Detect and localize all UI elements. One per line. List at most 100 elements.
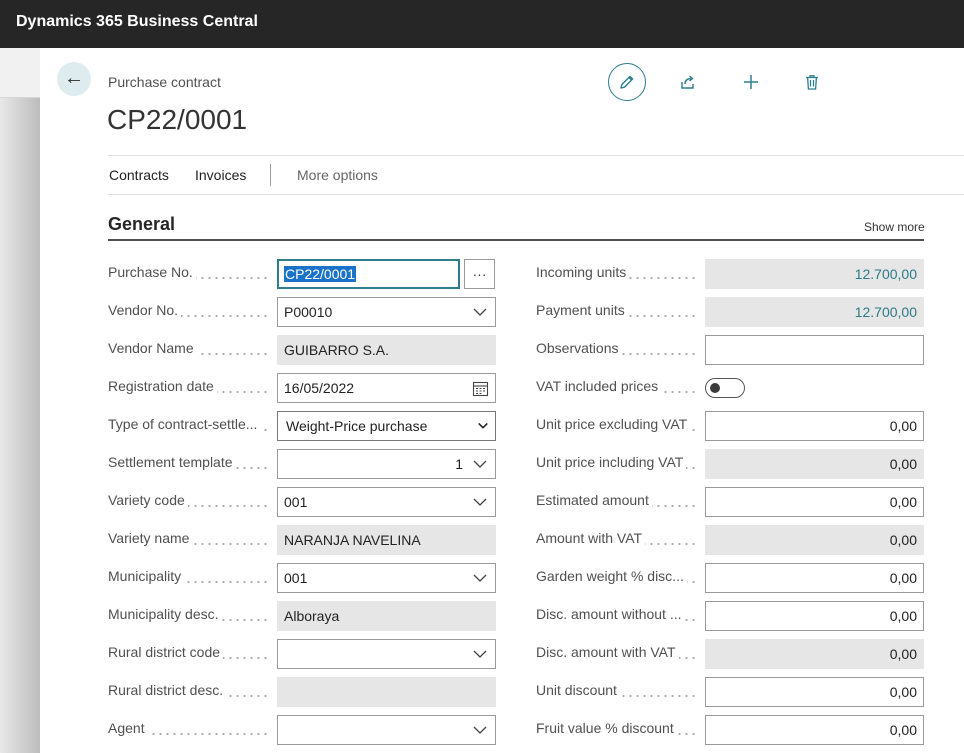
rural-district-code-label: Rural district code — [108, 644, 273, 664]
nav-contracts[interactable]: Contracts — [109, 167, 169, 183]
amount-with-vat-value: 0,00 — [889, 532, 917, 548]
settlement-template-value: 1 — [455, 456, 463, 472]
type-of-contract-select[interactable]: Weight-Price purchase — [277, 411, 496, 441]
unit-price-incl-vat-field: 0,00 — [705, 449, 924, 479]
purchase-no-input[interactable]: CP22/0001 — [277, 259, 460, 289]
vendor-no-label: Vendor No. — [108, 302, 273, 322]
amount-with-vat-field: 0,00 — [705, 525, 924, 555]
variety-code-label: Variety code — [108, 492, 273, 512]
amount-with-vat-label: Amount with VAT — [536, 530, 701, 550]
garden-weight-disc-input[interactable]: 0,00 — [705, 563, 924, 593]
chevron-down-icon — [473, 650, 487, 658]
municipality-label: Municipality — [108, 568, 273, 588]
background-page-header — [0, 48, 44, 98]
trash-icon — [806, 75, 818, 90]
toggle-knob — [710, 383, 720, 393]
municipality-dropdown[interactable]: 001 — [277, 563, 496, 593]
edit-icon — [620, 75, 634, 89]
disc-amount-without-input[interactable]: 0,00 — [705, 601, 924, 631]
observations-input[interactable] — [705, 335, 924, 365]
purchase-contract-card: ← Purchase contract CP22/0001 Contracts … — [40, 48, 964, 753]
incoming-units-label: Incoming units — [536, 264, 701, 284]
registration-date-value: 16/05/2022 — [284, 380, 355, 396]
chevron-down-icon — [473, 460, 487, 468]
type-of-contract-label: Type of contract-settle... — [108, 416, 273, 436]
unit-price-incl-vat-value: 0,00 — [889, 456, 917, 472]
app-bar: Dynamics 365 Business Central — [0, 0, 964, 48]
vat-included-prices-toggle[interactable] — [705, 378, 745, 398]
record-title: CP22/0001 — [107, 104, 248, 135]
estimated-amount-value: 0,00 — [889, 494, 917, 510]
rural-district-code-dropdown[interactable] — [277, 639, 496, 669]
registration-date-input[interactable]: 16/05/2022 — [277, 373, 496, 403]
app-title: Dynamics 365 Business Central — [16, 13, 258, 30]
garden-weight-disc-value: 0,00 — [889, 570, 917, 586]
variety-name-value: NARANJA NAVELINA — [284, 532, 421, 548]
observations-label: Observations — [536, 340, 701, 360]
payment-units-label: Payment units — [536, 302, 701, 322]
estimated-amount-input[interactable]: 0,00 — [705, 487, 924, 517]
variety-code-dropdown[interactable]: 001 — [277, 487, 496, 517]
delete-button[interactable] — [793, 63, 831, 101]
ellipsis-icon: ··· — [472, 266, 487, 282]
chevron-down-icon — [473, 726, 487, 734]
nav-more-options[interactable]: More options — [297, 167, 378, 183]
settlement-template-label: Settlement template — [108, 454, 273, 474]
page-caption: Purchase contract — [108, 74, 221, 90]
agent-dropdown[interactable] — [277, 715, 496, 745]
edit-button[interactable] — [608, 63, 646, 101]
arrow-left-icon: ← — [64, 67, 84, 89]
vendor-name-field: GUIBARRO S.A. — [277, 335, 496, 365]
rural-district-desc-label: Rural district desc. — [108, 682, 273, 702]
divider — [108, 194, 964, 195]
back-button[interactable]: ← — [57, 62, 91, 96]
unit-discount-input[interactable]: 0,00 — [705, 677, 924, 707]
vendor-no-value: P00010 — [284, 304, 333, 320]
registration-date-label: Registration date — [108, 378, 273, 398]
payment-units-field[interactable]: 12.700,00 — [705, 297, 924, 327]
settlement-template-dropdown[interactable]: 1 — [277, 449, 496, 479]
unit-price-excl-vat-input[interactable]: 0,00 — [705, 411, 924, 441]
unit-discount-label: Unit discount — [536, 682, 701, 702]
disc-amount-with-vat-field: 0,00 — [705, 639, 924, 669]
type-of-contract-value: Weight-Price purchase — [286, 418, 428, 434]
share-icon — [681, 75, 694, 89]
purchase-no-assist-button[interactable]: ··· — [464, 259, 495, 289]
chevron-down-icon — [473, 498, 487, 506]
fruit-value-discount-label: Fruit value % discount — [536, 720, 701, 740]
municipality-desc-label: Municipality desc. — [108, 606, 273, 626]
share-button[interactable] — [669, 63, 707, 101]
fruit-value-discount-input[interactable]: 0,00 — [705, 715, 924, 745]
vendor-name-value: GUIBARRO S.A. — [284, 342, 390, 358]
show-more-link[interactable]: Show more — [864, 220, 925, 234]
payment-units-value: 12.700,00 — [854, 304, 917, 320]
chevron-down-icon — [478, 422, 488, 429]
municipality-value: 001 — [284, 570, 308, 586]
section-underline — [108, 239, 924, 241]
rural-district-desc-field — [277, 677, 496, 707]
incoming-units-value: 12.700,00 — [854, 266, 917, 282]
municipality-desc-value: Alboraya — [284, 608, 340, 624]
calendar-icon[interactable] — [472, 380, 489, 397]
disc-amount-without-value: 0,00 — [889, 608, 917, 624]
purchase-no-value: CP22/0001 — [284, 266, 357, 282]
nav-separator — [270, 164, 271, 186]
vendor-name-label: Vendor Name — [108, 340, 273, 360]
estimated-amount-label: Estimated amount — [536, 492, 701, 512]
unit-price-excl-vat-label: Unit price excluding VAT — [536, 416, 701, 436]
variety-name-field: NARANJA NAVELINA — [277, 525, 496, 555]
vendor-no-dropdown[interactable]: P00010 — [277, 297, 496, 327]
disc-amount-with-vat-label: Disc. amount with VAT — [536, 644, 701, 664]
purchase-no-label: Purchase No. — [108, 264, 273, 284]
chevron-down-icon — [473, 574, 487, 582]
disc-amount-with-vat-value: 0,00 — [889, 646, 917, 662]
unit-price-excl-vat-value: 0,00 — [889, 418, 917, 434]
fruit-value-discount-value: 0,00 — [889, 722, 917, 738]
vat-included-prices-label: VAT included prices — [536, 378, 701, 398]
new-button[interactable] — [732, 63, 770, 101]
agent-label: Agent — [108, 720, 273, 740]
incoming-units-field[interactable]: 12.700,00 — [705, 259, 924, 289]
municipality-desc-field: Alboraya — [277, 601, 496, 631]
nav-invoices[interactable]: Invoices — [195, 167, 246, 183]
variety-name-label: Variety name — [108, 530, 273, 550]
